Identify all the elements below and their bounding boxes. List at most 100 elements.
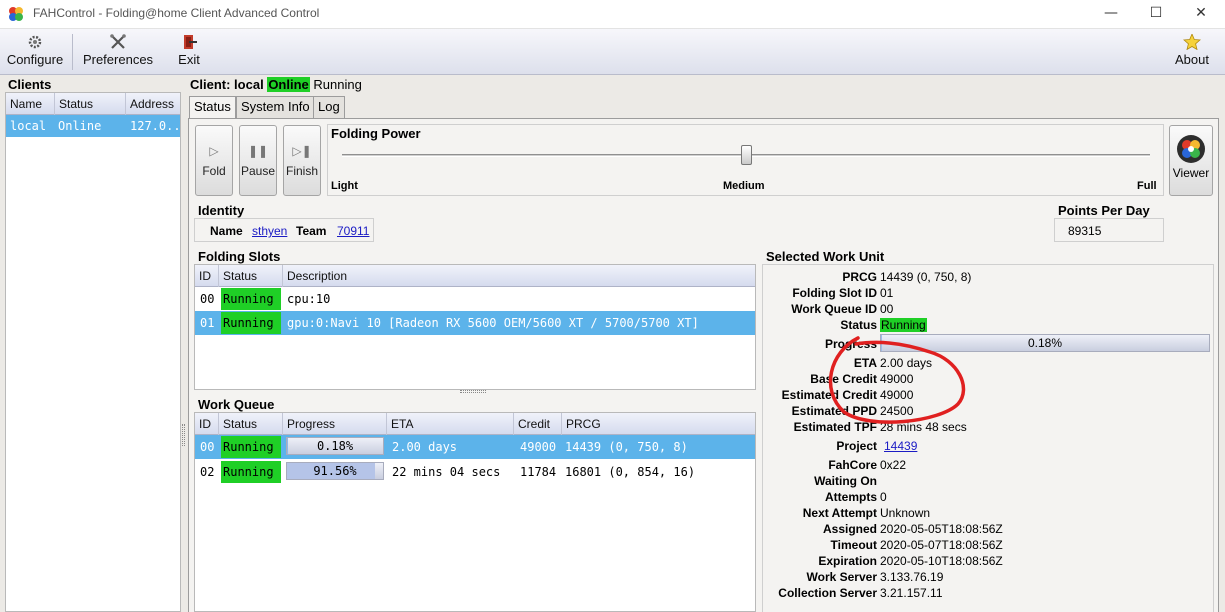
- tab-status[interactable]: Status: [189, 96, 236, 119]
- power-slider-thumb[interactable]: [741, 145, 752, 165]
- wu-assigned-row: Assigned 2020-05-05T18:08:56Z: [763, 522, 1213, 538]
- slots-header: ID Status Description: [195, 265, 755, 287]
- client-name: local: [10, 119, 47, 133]
- donor-name-link[interactable]: sthyen: [252, 224, 287, 238]
- preferences-button[interactable]: Preferences: [80, 29, 156, 75]
- wu-base-credit-row: Base Credit 49000: [763, 372, 1213, 388]
- queue-col-eta[interactable]: ETA: [387, 413, 514, 435]
- power-medium-label: Medium: [723, 180, 765, 192]
- slot-id: 00: [200, 292, 215, 306]
- col-status[interactable]: Status: [55, 93, 126, 115]
- tab-log[interactable]: Log: [313, 96, 345, 118]
- slots-col-id[interactable]: ID: [195, 265, 219, 287]
- wu-fahcore-row: FahCore 0x22: [763, 458, 1213, 474]
- gear-icon: [28, 35, 42, 49]
- wu-slot-label: Folding Slot ID: [792, 286, 877, 300]
- team-link[interactable]: 70911: [337, 224, 369, 238]
- name-label: Name: [210, 224, 243, 238]
- wu-progress-bar: 0.18%: [880, 334, 1210, 352]
- slot-status: Running: [221, 312, 281, 334]
- vertical-splitter-handle[interactable]: [460, 390, 486, 393]
- wu-est-credit-label: Estimated Credit: [781, 388, 877, 402]
- finish-icon: ▷❚: [292, 144, 312, 158]
- work-queue-table[interactable]: ID Status Progress ETA Credit PRCG 00 Ru…: [194, 412, 756, 612]
- wu-eta-row: ETA 2.00 days: [763, 356, 1213, 372]
- wu-timeout-value: 2020-05-07T18:08:56Z: [880, 538, 1003, 552]
- queue-status: Running: [221, 436, 281, 458]
- wu-attempts-row: Attempts 0: [763, 490, 1213, 506]
- wu-queue-row: Work Queue ID 00: [763, 302, 1213, 318]
- fold-button[interactable]: ▷ Fold: [195, 125, 233, 196]
- power-full-label: Full: [1137, 180, 1157, 192]
- wu-next-attempt-label: Next Attempt: [802, 506, 877, 520]
- pane-splitter-handle[interactable]: [182, 424, 185, 446]
- slot-row-selected[interactable]: 01 Running gpu:0:Navi 10 [Radeon RX 5600…: [195, 311, 755, 335]
- wu-est-ppd-label: Estimated PPD: [791, 404, 877, 418]
- fold-label: Fold: [202, 164, 226, 178]
- power-light-label: Light: [331, 180, 358, 192]
- slots-col-status[interactable]: Status: [219, 265, 283, 287]
- queue-eta: 22 mins 04 secs: [392, 465, 501, 479]
- maximize-button[interactable]: ☐: [1133, 0, 1179, 29]
- toolbar: Configure Preferences Exit About: [0, 29, 1225, 75]
- configure-label: Configure: [6, 52, 64, 67]
- slots-col-description[interactable]: Description: [283, 265, 755, 287]
- protein-viewer-icon: [1177, 135, 1205, 163]
- configure-button[interactable]: Configure: [4, 29, 66, 75]
- wu-assigned-value: 2020-05-05T18:08:56Z: [880, 522, 1003, 536]
- wu-status-row: Status Running: [763, 318, 1213, 334]
- folding-slots-table[interactable]: ID Status Description 00 Running cpu:10 …: [194, 264, 756, 390]
- col-address[interactable]: Address: [126, 93, 180, 115]
- clients-list[interactable]: Name Status Address local Online 127.0..: [5, 92, 181, 612]
- folding-slots-title: Folding Slots: [198, 249, 281, 264]
- wu-queue-value: 00: [880, 302, 894, 316]
- wu-progress-fill: [881, 335, 882, 351]
- queue-id: 02: [200, 465, 215, 479]
- tab-system-info[interactable]: System Info: [236, 96, 315, 118]
- queue-col-credit[interactable]: Credit: [514, 413, 562, 435]
- client-online-badge: Online: [267, 77, 310, 92]
- team-label: Team: [296, 224, 327, 238]
- wu-project-row: Project 14439: [763, 439, 1213, 455]
- pause-label: Pause: [240, 164, 276, 178]
- queue-prcg: 16801 (0, 854, 16): [565, 465, 696, 479]
- queue-col-progress[interactable]: Progress: [283, 413, 387, 435]
- exit-button[interactable]: Exit: [170, 29, 208, 75]
- close-button[interactable]: ✕: [1178, 0, 1224, 29]
- col-name[interactable]: Name: [6, 93, 55, 115]
- exit-icon: [184, 35, 197, 49]
- wu-expiration-value: 2020-05-10T18:08:56Z: [880, 554, 1003, 568]
- wu-base-credit-label: Base Credit: [810, 372, 877, 386]
- wu-project-label: Project: [836, 439, 877, 453]
- title-bar: FAHControl - Folding@home Client Advance…: [0, 0, 1225, 29]
- viewer-button[interactable]: Viewer: [1169, 125, 1213, 196]
- wu-prcg-label: PRCG: [842, 270, 877, 284]
- pause-button[interactable]: ❚❚ Pause: [239, 125, 277, 196]
- queue-col-status[interactable]: Status: [219, 413, 283, 435]
- wu-project-link[interactable]: 14439: [884, 439, 917, 453]
- play-icon: ▷: [209, 144, 219, 158]
- client-row-local[interactable]: local Online 127.0..: [6, 115, 181, 137]
- wu-progress-row: Progress 0.18%: [763, 334, 1213, 355]
- queue-status: Running: [221, 461, 281, 483]
- slot-row[interactable]: 00 Running cpu:10: [195, 288, 755, 310]
- wu-est-ppd-value: 24500: [880, 404, 914, 418]
- exit-label: Exit: [178, 52, 200, 67]
- identity-title: Identity: [198, 203, 245, 218]
- wu-collection-server-row: Collection Server 3.21.157.11: [763, 586, 1213, 602]
- wu-next-attempt-row: Next Attempt Unknown: [763, 506, 1213, 522]
- queue-row-selected[interactable]: 00 Running 0.18% 2.00 days 49000 14439 (…: [195, 435, 755, 459]
- wu-est-tpf-row: Estimated TPF 28 mins 48 secs: [763, 420, 1213, 436]
- finish-button[interactable]: ▷❚ Finish: [283, 125, 321, 196]
- client-status: Online: [58, 119, 102, 133]
- wu-progress-text: 0.18%: [1027, 336, 1063, 350]
- about-button[interactable]: About: [1170, 29, 1214, 75]
- queue-col-prcg[interactable]: PRCG: [562, 413, 755, 435]
- minimize-button[interactable]: —: [1088, 0, 1134, 29]
- wu-expiration-label: Expiration: [818, 554, 877, 568]
- wu-prcg-value: 14439 (0, 750, 8): [880, 270, 972, 284]
- wu-waiting-label: Waiting On: [814, 474, 877, 488]
- client-header: Client: local Online Running: [190, 77, 362, 92]
- queue-col-id[interactable]: ID: [195, 413, 219, 435]
- queue-row[interactable]: 02 Running 91.56% 22 mins 04 secs 11784 …: [195, 460, 755, 484]
